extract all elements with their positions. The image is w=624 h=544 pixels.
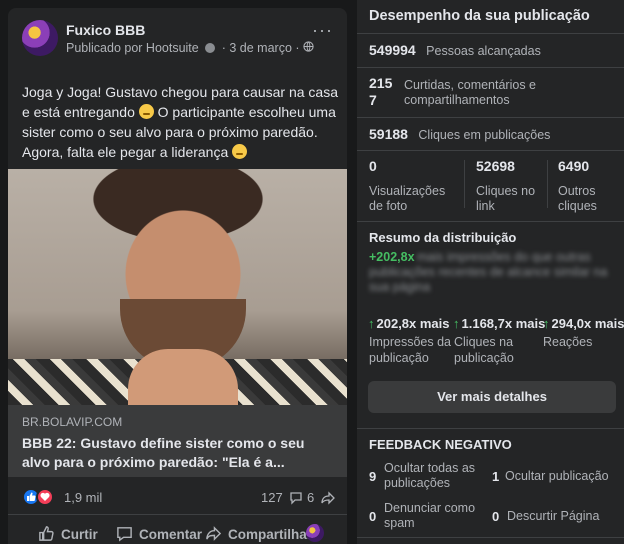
- divider: [357, 67, 624, 68]
- reactions-ratio-label: Reações: [543, 335, 593, 349]
- see-more-details-button[interactable]: Ver mais detalhes: [368, 381, 616, 413]
- reactions-ratio: ↑ 294,0x mais: [543, 316, 624, 331]
- divider: [357, 33, 624, 34]
- engagement-value: 215 7: [369, 75, 399, 109]
- post-card: Fuxico BBB Publicado por Hootsuite · 3 d…: [8, 8, 347, 544]
- clicks-stat: 59188 Cliques em publicações: [369, 126, 550, 144]
- image-hands: [128, 349, 238, 405]
- more-options-button[interactable]: ···: [312, 21, 333, 39]
- link-clicks-label: Cliques no link: [476, 184, 536, 213]
- reactions-bar: 1,9 mil 127 6: [8, 478, 347, 514]
- insights-title: Desempenho da sua publicação: [369, 8, 590, 24]
- comment-count-link[interactable]: 127: [261, 490, 303, 505]
- post-actions: Curtir Comentar Compartilhar: [8, 514, 347, 544]
- share-count-link[interactable]: 6: [307, 490, 335, 505]
- hide-all-label: Ocultar todas as publicações: [384, 461, 476, 490]
- clicks-label: Cliques em publicações: [418, 128, 551, 142]
- reach-value: 549994: [369, 42, 416, 58]
- share-as-avatar[interactable]: [306, 524, 324, 542]
- page-name[interactable]: Fuxico BBB: [66, 22, 145, 38]
- share-arrow-icon: [321, 491, 335, 505]
- comment-label: Comentar: [139, 527, 203, 542]
- divider: [357, 117, 624, 118]
- insights-panel: Desempenho da sua publicação 549994 Pess…: [357, 0, 624, 544]
- up-arrow-icon: ↑: [368, 316, 375, 331]
- reach-stat: 549994 Pessoas alcançadas: [369, 42, 541, 60]
- link-clicks-stat: 52698 Cliques no link: [476, 158, 542, 214]
- divider: [357, 537, 624, 538]
- other-clicks-label: Outros cliques: [558, 184, 597, 213]
- post-date[interactable]: 3 de março: [229, 41, 292, 55]
- meta-separator: ·: [221, 41, 226, 55]
- photo-views-stat: 0 Visualizações de foto: [369, 158, 449, 214]
- share-label: Compartilhar: [228, 527, 313, 542]
- hide-all-value: 9: [369, 469, 377, 484]
- vertical-separator: [464, 160, 465, 208]
- distribution-title: Resumo da distribuição: [369, 230, 517, 245]
- post-meta: Publicado por Hootsuite · 3 de março ·: [66, 41, 314, 55]
- post-image[interactable]: [8, 169, 347, 405]
- share-count: 6: [307, 490, 315, 505]
- link-preview[interactable]: BR.BOLAVIP.COM BBB 22: Gustavo define si…: [8, 405, 347, 477]
- unlike-page-value: 0: [492, 509, 500, 524]
- comment-button[interactable]: Comentar: [116, 525, 202, 542]
- clicks-value: 59188: [369, 126, 408, 142]
- like-button[interactable]: Curtir: [38, 525, 98, 542]
- impressions-ratio: ↑ 202,8x mais: [368, 316, 450, 331]
- unlike-page-label: Descurtir Página: [507, 509, 600, 523]
- publisher-text: Publicado por Hootsuite: [66, 41, 199, 55]
- negative-feedback-title: FEEDBACK NEGATIVO: [369, 437, 512, 452]
- link-title[interactable]: BBB 22: Gustavo define sister como o seu…: [22, 434, 334, 472]
- meta-separator-2: ·: [295, 41, 300, 55]
- other-clicks-value: 6490: [558, 158, 590, 174]
- impressions-ratio-label: Impressões da publicação: [369, 335, 451, 365]
- photo-views-value: 0: [369, 158, 377, 174]
- thumbs-up-icon: [39, 526, 54, 541]
- globe-icon: [303, 41, 314, 55]
- up-arrow-icon: ↑: [453, 316, 460, 331]
- reaction-count[interactable]: 1,9 mil: [64, 490, 102, 505]
- love-reaction-icon: [36, 488, 54, 506]
- reactions-ratio-value: 294,0x mais: [551, 316, 624, 331]
- divider: [357, 150, 624, 151]
- distribution-blurred-label: mais impressões do que outras publicaçõe…: [369, 250, 608, 294]
- smiling-sweat-emoji-icon: [232, 144, 248, 159]
- reaction-icons[interactable]: [22, 488, 58, 506]
- engagement-label: Curtidas, comentários e compartilhamento…: [404, 78, 537, 107]
- page-avatar[interactable]: [22, 20, 58, 56]
- clicks-ratio-value: 1.168,7x mais: [461, 316, 546, 331]
- photo-views-label: Visualizações de foto: [369, 184, 446, 213]
- report-spam-value: 0: [369, 509, 377, 524]
- link-domain: BR.BOLAVIP.COM: [22, 415, 123, 429]
- comment-bubble-icon: [290, 492, 302, 505]
- hide-post-label: Ocultar publicação: [505, 469, 609, 483]
- divider: [357, 221, 624, 222]
- post-header: Fuxico BBB Publicado por Hootsuite · 3 d…: [8, 8, 347, 78]
- distribution-blurred-text: mais impressões do que outras publicaçõe…: [369, 250, 609, 295]
- engagement-value-2: 7: [369, 92, 377, 108]
- up-arrow-icon: ↑: [543, 316, 550, 331]
- other-clicks-stat: 6490 Outros cliques: [558, 158, 618, 214]
- engagement-value-1: 215: [369, 75, 393, 91]
- comment-icon: [117, 527, 132, 542]
- impressions-ratio-value: 202,8x mais: [376, 316, 450, 331]
- smirk-emoji-icon: [138, 104, 154, 119]
- reach-label: Pessoas alcançadas: [426, 44, 541, 58]
- comment-count: 127: [261, 490, 283, 505]
- link-clicks-value: 52698: [476, 158, 515, 174]
- clicks-ratio-label: Cliques na publicação: [454, 335, 514, 365]
- like-label: Curtir: [61, 527, 98, 542]
- report-spam-label: Denunciar como spam: [384, 501, 476, 530]
- hide-post-value: 1: [492, 469, 500, 484]
- publisher-info-icon[interactable]: [205, 43, 216, 53]
- share-icon: [206, 526, 222, 541]
- share-button[interactable]: Compartilhar: [205, 525, 312, 542]
- post-text: Joga y Joga! Gustavo chegou para causar …: [22, 82, 340, 162]
- clicks-ratio: ↑ 1.168,7x mais: [453, 316, 545, 331]
- divider: [357, 428, 624, 429]
- vertical-separator: [547, 160, 548, 208]
